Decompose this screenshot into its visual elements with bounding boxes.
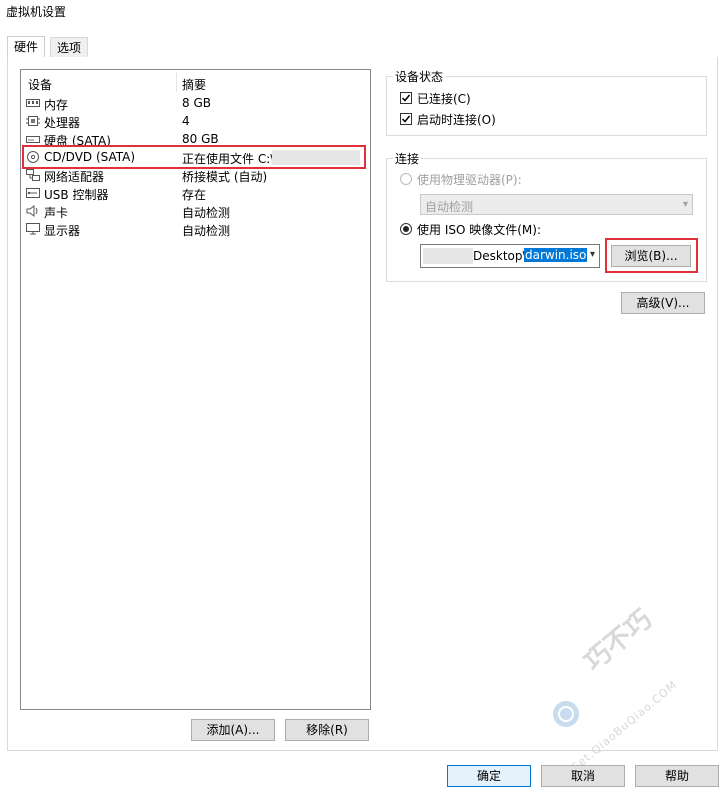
checkmark-icon bbox=[401, 115, 411, 123]
device-row-sound[interactable]: 声卡 自动检测 bbox=[24, 203, 369, 221]
iso-path-combobox[interactable]: Desktop\ darwin.iso ▾ bbox=[420, 244, 600, 268]
speaker-icon bbox=[26, 205, 38, 217]
remove-device-button[interactable]: 移除(R) bbox=[285, 719, 369, 741]
column-divider bbox=[176, 72, 177, 92]
device-row-network[interactable]: 网络适配器 桥接模式 (自动) bbox=[24, 167, 369, 185]
device-row-processor[interactable]: 处理器 4 bbox=[24, 113, 369, 131]
advanced-button[interactable]: 高级(V)... bbox=[621, 292, 705, 314]
highlight-box-cd-dvd bbox=[22, 145, 366, 169]
device-name: USB 控制器 bbox=[44, 188, 109, 202]
watermark-logo-icon bbox=[553, 701, 579, 727]
window-title: 虚拟机设置 bbox=[6, 5, 67, 19]
network-adapter-icon bbox=[26, 169, 40, 181]
iso-path-file: darwin.iso bbox=[524, 248, 588, 262]
device-summary: 4 bbox=[182, 114, 190, 128]
device-row-display[interactable]: 显示器 自动检测 bbox=[24, 221, 369, 239]
physical-drive-select[interactable]: 自动检测 ▾ bbox=[420, 194, 693, 215]
hard-disk-icon bbox=[26, 136, 40, 143]
device-row-memory[interactable]: 内存 8 GB bbox=[24, 95, 369, 113]
device-summary: 存在 bbox=[182, 188, 207, 202]
iso-path-prefix: Desktop\ bbox=[473, 249, 527, 263]
connect-at-power-on-label[interactable]: 启动时连接(O) bbox=[417, 111, 496, 128]
device-name: 内存 bbox=[44, 98, 69, 112]
device-summary: 自动检测 bbox=[182, 206, 231, 220]
connection-label: 连接 bbox=[393, 150, 422, 167]
device-summary: 8 GB bbox=[182, 96, 211, 110]
ok-button[interactable]: 确定 bbox=[447, 765, 531, 787]
checkmark-icon bbox=[401, 94, 411, 102]
device-summary: 桥接模式 (自动) bbox=[182, 170, 268, 184]
monitor-icon bbox=[26, 223, 40, 235]
iso-image-label[interactable]: 使用 ISO 映像文件(M): bbox=[417, 221, 541, 238]
device-status-label: 设备状态 bbox=[393, 68, 446, 85]
connected-label[interactable]: 已连接(C) bbox=[417, 90, 471, 107]
device-name: 声卡 bbox=[44, 206, 69, 220]
iso-image-radio[interactable] bbox=[400, 223, 412, 235]
column-header-summary[interactable]: 摘要 bbox=[182, 76, 206, 93]
memory-icon bbox=[26, 99, 40, 107]
tab-options[interactable]: 选项 bbox=[50, 37, 89, 57]
device-name: 显示器 bbox=[44, 224, 81, 238]
cpu-icon bbox=[26, 116, 40, 126]
tab-hardware[interactable]: 硬件 bbox=[7, 36, 46, 58]
column-header-device[interactable]: 设备 bbox=[28, 76, 52, 93]
physical-drive-label[interactable]: 使用物理驱动器(P): bbox=[417, 171, 522, 188]
device-name: 处理器 bbox=[44, 116, 81, 130]
chevron-down-icon: ▾ bbox=[682, 199, 688, 210]
add-device-button[interactable]: 添加(A)... bbox=[191, 719, 275, 741]
device-name: 网络适配器 bbox=[44, 170, 105, 184]
usb-icon bbox=[26, 188, 40, 198]
chevron-down-icon[interactable]: ▾ bbox=[590, 249, 595, 260]
connected-checkbox[interactable] bbox=[400, 92, 412, 104]
physical-drive-radio[interactable] bbox=[400, 173, 412, 185]
cancel-button[interactable]: 取消 bbox=[541, 765, 625, 787]
redacted-path bbox=[423, 248, 473, 264]
device-row-usb[interactable]: USB 控制器 存在 bbox=[24, 185, 369, 203]
highlight-box-browse bbox=[605, 238, 698, 273]
device-summary: 80 GB bbox=[182, 132, 219, 146]
device-summary: 自动检测 bbox=[182, 224, 231, 238]
connect-at-power-on-checkbox[interactable] bbox=[400, 113, 412, 125]
help-button[interactable]: 帮助 bbox=[635, 765, 719, 787]
physical-drive-value: 自动检测 bbox=[425, 200, 474, 214]
